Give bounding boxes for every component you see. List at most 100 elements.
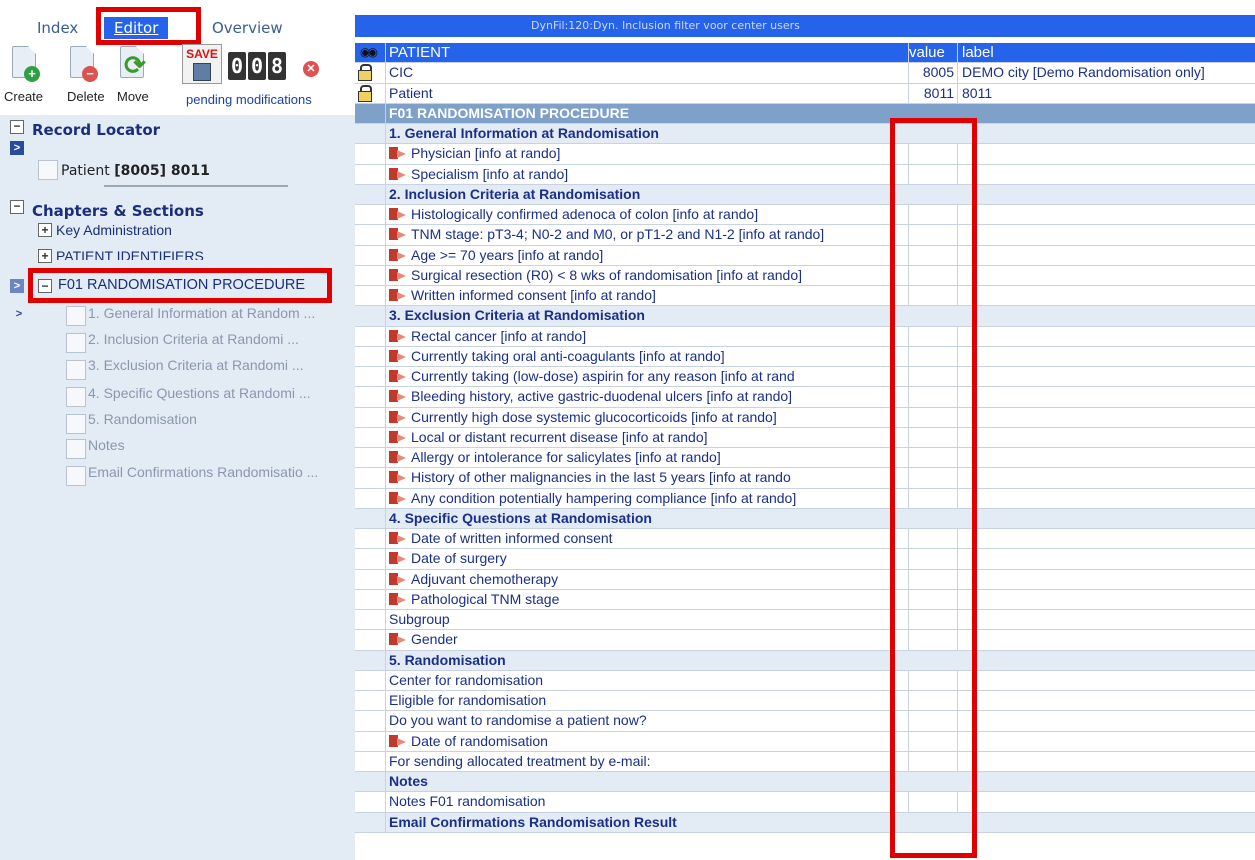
field-row[interactable]: Bleeding history, active gastric-duodena… — [355, 387, 1255, 408]
pending-modifications-link[interactable]: pending modifications — [186, 92, 312, 107]
row-value[interactable] — [908, 670, 956, 690]
field-row[interactable]: Local or distant recurrent disease [info… — [355, 427, 1255, 448]
row-value[interactable]: 8005 — [908, 63, 956, 83]
row-value[interactable] — [908, 529, 956, 549]
tree-subitem[interactable]: 5. Randomisation — [88, 411, 197, 427]
locked-row[interactable]: CIC 8005 DEMO city [Demo Randomisation onl… — [355, 63, 1255, 84]
tab-index[interactable]: Index — [37, 19, 78, 37]
field-row[interactable]: Age >= 70 years [info at rando] — [355, 245, 1255, 266]
row-value[interactable] — [908, 225, 956, 245]
field-row[interactable]: For sending allocated treatment by e-mai… — [355, 751, 1255, 772]
row-value[interactable] — [908, 610, 956, 630]
move-label[interactable]: Move — [117, 89, 149, 104]
tab-overview[interactable]: Overview — [212, 19, 283, 37]
tree-item-key-administration[interactable]: Key Administration — [56, 222, 172, 238]
field-row[interactable]: Date of written informed consent — [355, 529, 1255, 550]
section-checkbox[interactable] — [66, 306, 86, 326]
save-button[interactable]: SAVE — [182, 44, 222, 84]
pane-splitter[interactable] — [104, 185, 288, 187]
row-value[interactable] — [908, 751, 956, 771]
row-value[interactable] — [908, 691, 956, 711]
field-row[interactable]: Currently taking (low-dose) aspirin for … — [355, 367, 1255, 388]
locked-row[interactable]: Patient 8011 8011 — [355, 83, 1255, 104]
field-row[interactable]: History of other malignancies in the las… — [355, 468, 1255, 489]
chevron-right-icon[interactable]: > — [10, 279, 24, 293]
chevron-right-icon[interactable]: > — [10, 141, 24, 155]
field-row[interactable]: Histologically confirmed adenoca of colo… — [355, 205, 1255, 226]
row-value[interactable] — [908, 367, 956, 387]
tree-subitem[interactable]: Email Confirmations Randomisatio ... — [88, 464, 318, 480]
field-row[interactable]: Adjuvant chemotherapy — [355, 569, 1255, 590]
field-row[interactable]: Notes F01 randomisation — [355, 792, 1255, 813]
row-value[interactable] — [908, 265, 956, 285]
tree-subitem[interactable]: 3. Exclusion Criteria at Randomi ... — [88, 357, 304, 373]
field-row[interactable]: Physician [info at rando] — [355, 144, 1255, 165]
tree-subitem[interactable]: 4. Specific Questions at Randomi ... — [88, 385, 311, 401]
field-row[interactable]: Allergy or intolerance for salicylates [… — [355, 448, 1255, 469]
row-value[interactable] — [908, 205, 956, 225]
section-checkbox[interactable] — [66, 387, 86, 407]
field-row[interactable]: TNM stage: pT3-4; N0-2 and M0, or pT1-2 … — [355, 225, 1255, 246]
row-value[interactable] — [908, 448, 956, 468]
expand-icon[interactable]: + — [38, 223, 52, 237]
field-row[interactable]: Date of surgery — [355, 549, 1255, 570]
field-row[interactable]: Specialism [info at rando] — [355, 164, 1255, 185]
row-value[interactable] — [908, 427, 956, 447]
row-value[interactable] — [908, 711, 956, 731]
patient-checkbox[interactable] — [38, 160, 58, 180]
row-value[interactable] — [908, 468, 956, 488]
field-row[interactable]: Pathological TNM stage — [355, 589, 1255, 610]
field-row[interactable]: Gender — [355, 630, 1255, 651]
row-value[interactable] — [908, 387, 956, 407]
field-row[interactable]: Rectal cancer [info at rando] — [355, 326, 1255, 347]
row-label: Histologically confirmed adenoca of colo… — [389, 205, 923, 224]
tree-subitem[interactable]: Notes — [88, 437, 125, 453]
row-value[interactable] — [908, 549, 956, 569]
row-value[interactable] — [908, 792, 956, 812]
field-row[interactable]: Eligible for randomisation — [355, 691, 1255, 712]
field-row[interactable]: Date of randomisation — [355, 731, 1255, 752]
row-value[interactable] — [908, 569, 956, 589]
row-value[interactable] — [908, 731, 956, 751]
row-value[interactable] — [908, 286, 956, 306]
tree-subitem[interactable]: 2. Inclusion Criteria at Randomi ... — [88, 331, 299, 347]
row-value[interactable] — [908, 346, 956, 366]
delete-label[interactable]: Delete — [67, 89, 105, 104]
row-value[interactable] — [908, 144, 956, 164]
move-button[interactable]: ⟳ — [116, 46, 150, 84]
field-row[interactable]: Surgical resection (R0) < 8 wks of rando… — [355, 265, 1255, 286]
delete-button[interactable]: − — [66, 46, 100, 84]
section-checkbox[interactable] — [66, 439, 86, 459]
section-checkbox[interactable] — [66, 414, 86, 434]
section-checkbox[interactable] — [66, 360, 86, 380]
locator-patient[interactable]: Patient [8005] 8011 — [61, 161, 210, 181]
flag-icon — [389, 208, 407, 220]
row-value[interactable] — [908, 164, 956, 184]
tree-subitem[interactable]: 1. General Information at Random ... — [88, 305, 315, 321]
row-value[interactable]: 8011 — [908, 83, 956, 103]
row-value[interactable] — [908, 326, 956, 346]
field-row[interactable]: Currently taking oral anti-coagulants [i… — [355, 346, 1255, 367]
row-value[interactable] — [908, 407, 956, 427]
close-icon[interactable]: ✕ — [303, 61, 319, 77]
row-value[interactable] — [908, 589, 956, 609]
eyes-icon[interactable]: ◉◉ — [360, 46, 378, 58]
row-value[interactable] — [908, 488, 956, 508]
tree-item-patient-identifiers[interactable]: PATIENT IDENTIFIERS — [56, 248, 204, 260]
field-row[interactable]: Any condition potentially hampering comp… — [355, 488, 1255, 509]
field-row[interactable]: Subgroup — [355, 610, 1255, 631]
expand-icon[interactable]: + — [38, 249, 52, 263]
field-row[interactable]: Currently high dose systemic glucocortic… — [355, 407, 1255, 428]
field-row[interactable]: Do you want to randomise a patient now? — [355, 711, 1255, 732]
field-row[interactable]: Center for randomisation — [355, 670, 1255, 691]
collapse-toggle[interactable]: − — [10, 200, 24, 214]
create-button[interactable]: + — [8, 46, 42, 84]
create-label[interactable]: Create — [4, 89, 43, 104]
collapse-toggle[interactable]: − — [10, 120, 24, 134]
row-value[interactable] — [908, 630, 956, 650]
section-checkbox[interactable] — [66, 466, 86, 486]
row-value[interactable] — [908, 245, 956, 265]
section-checkbox[interactable] — [66, 333, 86, 353]
chevron-right-icon[interactable]: > — [12, 307, 26, 321]
field-row[interactable]: Written informed consent [info at rando] — [355, 286, 1255, 307]
